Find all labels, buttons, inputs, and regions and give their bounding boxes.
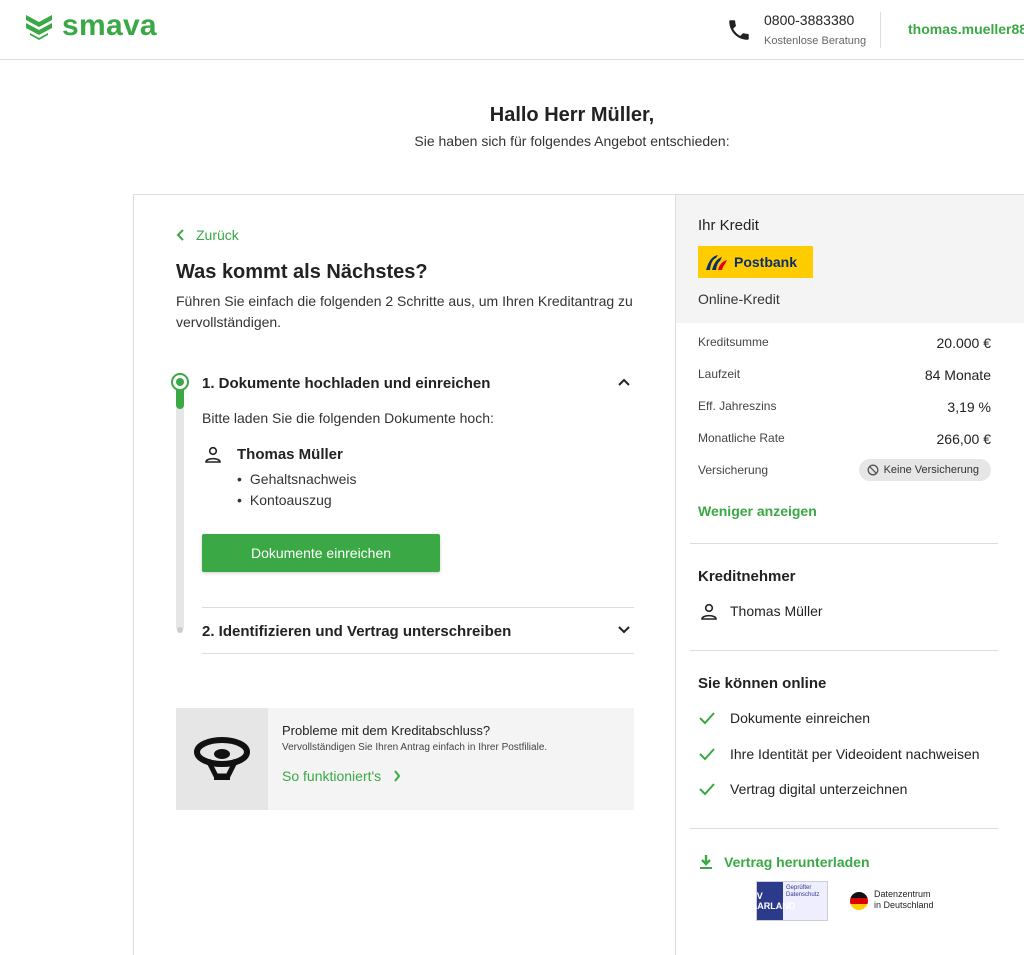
no-symbol-icon <box>867 464 879 476</box>
datacenter-line2: in Deutschland <box>874 900 934 910</box>
detail-label: Kreditsumme <box>698 335 769 349</box>
insurance-row: Versicherung Keine Versicherung <box>698 459 991 481</box>
postbank-logo-icon <box>706 255 727 270</box>
back-link[interactable]: Zurück <box>176 227 239 243</box>
detail-value: 3,19 % <box>947 399 991 415</box>
tuev-logo: TÜV SAARLAND <box>745 882 795 920</box>
back-label: Zurück <box>196 227 239 243</box>
chevron-up-icon[interactable] <box>617 377 631 387</box>
online-item: Dokumente einreichen <box>698 710 870 726</box>
chevron-left-icon <box>176 229 184 241</box>
logo-text: smava <box>62 9 157 42</box>
datacenter-text: Datenzentrum in Deutschland <box>874 889 934 911</box>
divider <box>690 650 998 651</box>
phone-subtitle: Kostenlose Beratung <box>764 35 867 47</box>
list-item: Gehaltsnachweis <box>237 469 357 490</box>
person-icon <box>205 446 221 463</box>
person-icon <box>701 603 717 620</box>
postbank-text: Postbank <box>734 254 798 270</box>
check-icon <box>699 748 715 761</box>
progress-track <box>176 377 184 631</box>
credit-summary-panel: Ihr Kredit Postbank Online-Kredit Kredit… <box>675 195 1024 955</box>
online-item: Ihre Identität per Videoident nachweisen <box>698 746 980 762</box>
download-contract-link[interactable]: Vertrag herunterladen <box>698 854 870 870</box>
post-horn-icon <box>194 737 250 780</box>
postbank-logo: Postbank <box>698 246 813 278</box>
step2-title[interactable]: 2. Identifizieren und Vertrag unterschre… <box>202 623 511 640</box>
online-item-label: Vertrag digital unterzeichnen <box>730 781 908 797</box>
step-active-dot <box>171 373 189 391</box>
download-icon <box>700 855 712 869</box>
insurance-value: Keine Versicherung <box>883 464 979 476</box>
check-icon <box>699 712 715 725</box>
insurance-badge: Keine Versicherung <box>858 459 991 481</box>
product-name: Online-Kredit <box>698 291 780 307</box>
page-title: Was kommt als Nächstes? <box>176 261 428 283</box>
online-item-label: Dokumente einreichen <box>730 710 871 726</box>
post-subtitle: Vervollständigen Sie Ihren Antrag einfac… <box>282 742 548 753</box>
post-title: Probleme mit dem Kreditabschluss? <box>282 723 491 738</box>
borrower-title: Kreditnehmer <box>698 568 796 585</box>
detail-label: Eff. Jahreszins <box>698 399 777 413</box>
tuev-text: Geprüfter Datenschutz <box>786 885 820 898</box>
credit-title: Ihr Kredit <box>698 217 759 234</box>
check-icon <box>699 783 715 796</box>
online-item: Vertrag digital unterzeichnen <box>698 781 907 797</box>
applicant-name: Thomas Müller <box>237 446 343 463</box>
header-divider <box>880 12 881 48</box>
divider <box>202 653 634 654</box>
detail-row: Eff. Jahreszins 3,19 % <box>698 399 991 415</box>
step1-title[interactable]: 1. Dokumente hochladen und einreichen <box>202 375 490 392</box>
detail-row: Kreditsumme 20.000 € <box>698 335 991 351</box>
step-end-dot <box>177 627 183 633</box>
online-title: Sie können online <box>698 675 827 692</box>
datacenter-line1: Datenzentrum <box>874 889 931 899</box>
detail-value: 84 Monate <box>924 367 991 383</box>
header: smava 0800-3883380 Kostenlose Beratung t… <box>0 0 1024 60</box>
how-it-works-link[interactable]: So funktioniert's <box>282 768 401 784</box>
page-description: Führen Sie einfach die folgenden 2 Schri… <box>176 293 633 330</box>
tuev-seal: TÜV SAARLAND Geprüfter Datenschutz <box>745 881 828 921</box>
detail-label: Monatliche Rate <box>698 431 785 445</box>
smava-logo[interactable]: smava <box>24 11 157 41</box>
detail-value: 20.000 € <box>936 335 992 351</box>
document-list: Gehaltsnachweis Kontoauszug <box>237 469 357 511</box>
list-item: Kontoauszug <box>237 490 357 511</box>
borrower-name: Thomas Müller <box>730 603 823 619</box>
how-it-works-label: So funktioniert's <box>282 768 382 784</box>
chevron-down-icon[interactable] <box>617 625 631 635</box>
next-steps-panel: Zurück Was kommt als Nächstes? Führen Si… <box>134 195 675 955</box>
phone-icon <box>729 20 749 40</box>
greeting-subtitle: Sie haben sich für folgendes Angebot ent… <box>414 133 730 149</box>
download-label: Vertrag herunterladen <box>724 854 870 870</box>
detail-value: 266,00 € <box>936 431 992 447</box>
chevron-right-icon <box>394 770 401 782</box>
detail-row: Monatliche Rate 266,00 € <box>698 431 991 447</box>
insurance-label: Versicherung <box>698 463 769 477</box>
divider <box>202 607 634 608</box>
step1-description: Bitte laden Sie die folgenden Dokumente … <box>202 410 494 426</box>
post-office-box: Probleme mit dem Kreditabschluss? Vervol… <box>176 708 634 810</box>
submit-documents-button[interactable]: Dokumente einreichen <box>202 534 440 572</box>
smava-logo-icon <box>26 15 52 40</box>
german-flag-icon <box>850 892 868 910</box>
offer-card: Zurück Was kommt als Nächstes? Führen Si… <box>133 194 1024 955</box>
online-item-label: Ihre Identität per Videoident nachweisen <box>730 746 980 762</box>
detail-label: Laufzeit <box>698 367 741 381</box>
divider <box>690 828 998 829</box>
greeting-title: Hallo Herr Müller, <box>489 104 655 126</box>
show-less-link[interactable]: Weniger anzeigen <box>698 503 817 519</box>
divider <box>690 543 998 544</box>
detail-row: Laufzeit 84 Monate <box>698 367 991 383</box>
phone-number[interactable]: 0800-3883380 <box>764 12 854 28</box>
username-link[interactable]: thomas.mueller88 <box>908 21 1024 37</box>
